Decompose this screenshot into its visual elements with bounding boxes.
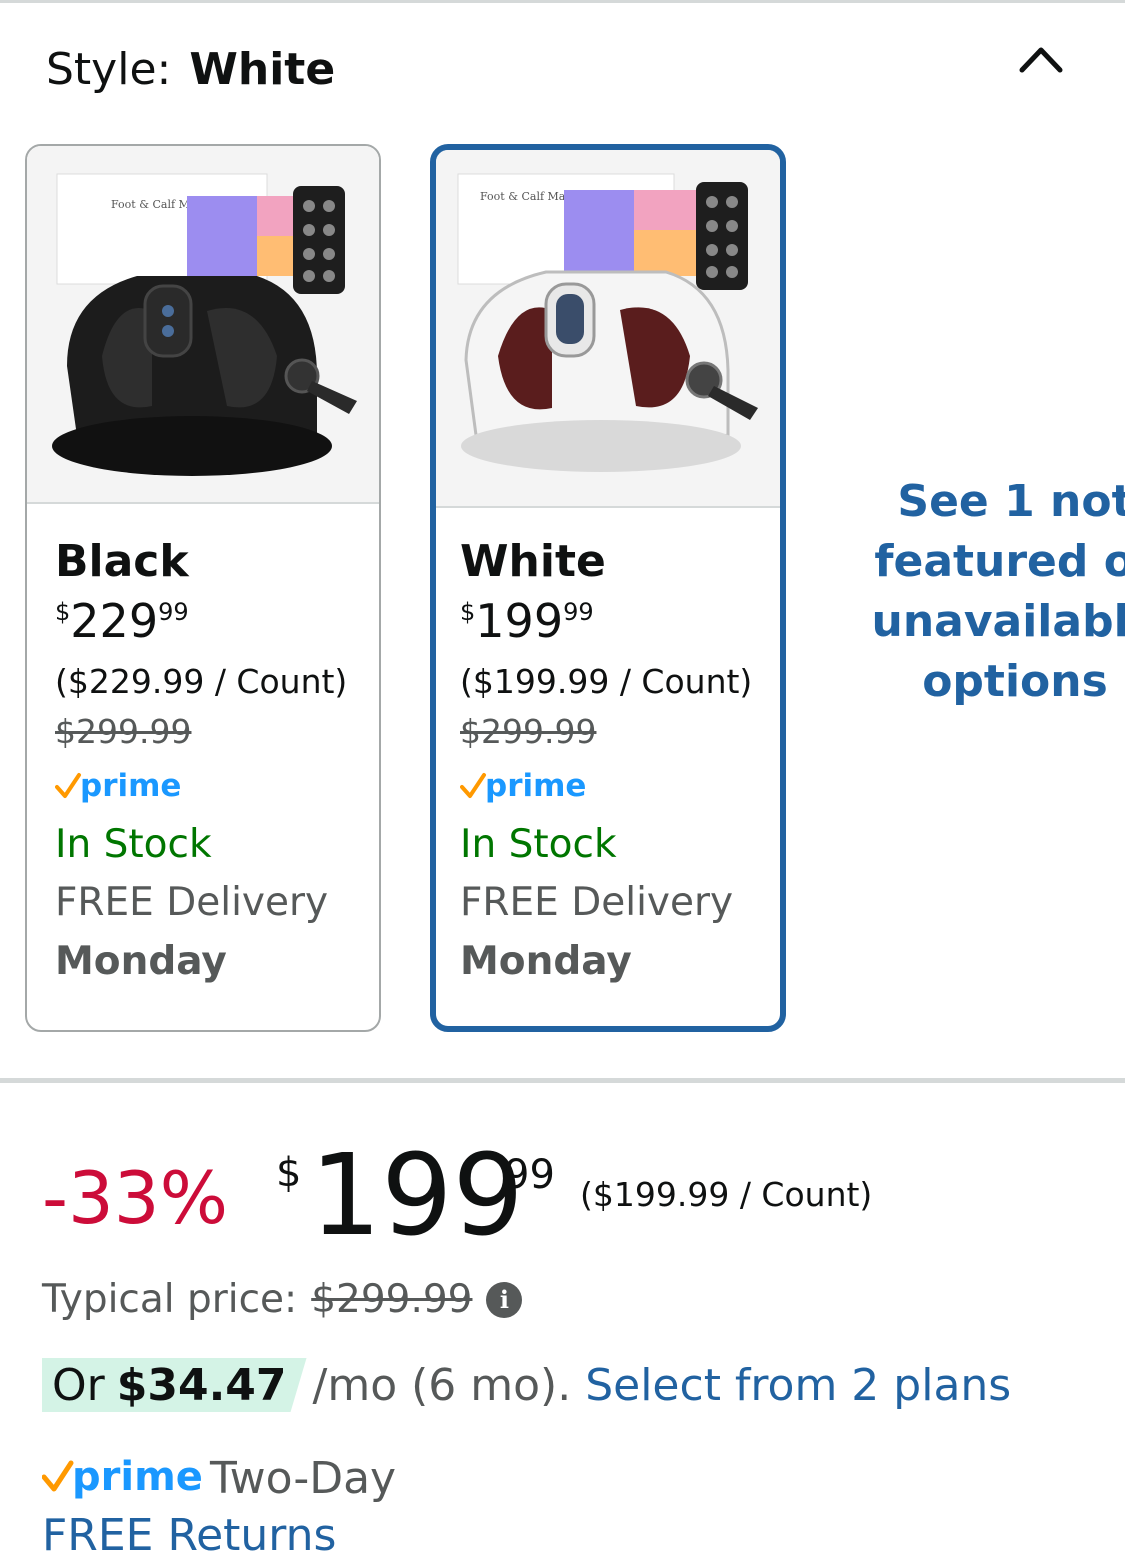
prime-check-icon: prime	[460, 768, 586, 804]
price-fraction: 99	[563, 598, 594, 626]
info-icon[interactable]: i	[486, 1282, 523, 1318]
typical-price-label: Typical price:	[42, 1277, 298, 1322]
see-more-line: See 1 not	[897, 476, 1125, 527]
variant-card-black[interactable]: Foot & Calf Massager with Heat Black $22…	[25, 144, 381, 1032]
top-divider	[0, 0, 1125, 3]
unit-price: ($199.99 / Count)	[460, 662, 753, 701]
price-fraction: 99	[158, 598, 189, 626]
see-more-line: unavailable	[871, 596, 1125, 647]
installment-amount: $34.47	[116, 1359, 287, 1411]
variant-price: $22999	[55, 592, 369, 650]
style-value: White	[189, 44, 336, 95]
price-symbol: $	[460, 598, 476, 626]
svg-text:prime: prime	[72, 1454, 203, 1500]
discount-percent: -33%	[42, 1156, 229, 1240]
see-unavailable-options-link[interactable]: See 1 not featured or unavailable option…	[860, 472, 1125, 712]
variant-name: Black	[55, 536, 189, 587]
stock-status: In Stock	[460, 822, 617, 867]
installment-highlight: Or $34.47	[42, 1358, 307, 1412]
prime-badge: prime	[55, 758, 369, 816]
delivery-text: FREE Delivery	[55, 880, 329, 925]
variant-info-black: Black $22999 ($229.99 / Count) $299.99 p…	[55, 534, 369, 992]
price-whole: 199	[310, 1131, 524, 1261]
prime-check-icon: prime	[55, 768, 181, 804]
prime-check-icon: prime	[42, 1454, 203, 1500]
select-plans-link[interactable]: Select from 2 plans	[585, 1360, 1011, 1411]
unit-price: ($229.99 / Count)	[55, 662, 348, 701]
installment-terms: /mo (6 mo).	[312, 1359, 572, 1411]
see-more-line: options	[922, 656, 1108, 707]
typical-price-row: Typical price: $299.99 i	[42, 1274, 523, 1326]
prime-delivery-row: prime Two-Day	[42, 1448, 396, 1508]
svg-text:prime: prime	[80, 768, 181, 804]
variant-card-white[interactable]: Foot & Calf Massager with Heat White $19…	[430, 144, 786, 1032]
installment-row: Or $34.47 /mo (6 mo). Select from 2 plans	[42, 1356, 1011, 1414]
delivery-day: Monday	[460, 939, 632, 984]
price-whole: 199	[475, 594, 564, 648]
product-image-white: Foot & Calf Massager with Heat	[436, 150, 780, 508]
two-day-label: Two-Day	[210, 1452, 397, 1504]
main-unit-price: ($199.99 / Count)	[580, 1175, 873, 1214]
list-price: $299.99	[55, 712, 192, 751]
see-more-line: featured or	[874, 536, 1125, 587]
style-label: Style:	[46, 44, 172, 95]
svg-text:prime: prime	[485, 768, 586, 804]
stock-status: In Stock	[55, 822, 212, 867]
typical-price-value: $299.99	[311, 1277, 473, 1322]
price-symbol: $	[276, 1150, 302, 1196]
collapse-chevron-up-icon[interactable]	[1012, 36, 1070, 86]
list-price: $299.99	[460, 712, 597, 751]
delivery-day: Monday	[55, 939, 227, 984]
price-fraction: 99	[504, 1152, 555, 1198]
variant-name: White	[460, 536, 606, 587]
variant-price: $19999	[460, 592, 770, 650]
prime-badge: prime	[460, 758, 770, 816]
price-whole: 229	[70, 594, 159, 648]
product-image-black: Foot & Calf Massager with Heat	[27, 146, 379, 504]
section-divider	[0, 1078, 1125, 1083]
free-returns-link[interactable]: FREE Returns	[42, 1508, 336, 1564]
style-header: Style: White	[46, 40, 335, 100]
delivery-text: FREE Delivery	[460, 880, 734, 925]
variant-info-white: White $19999 ($199.99 / Count) $299.99 p…	[460, 534, 770, 992]
price-symbol: $	[55, 598, 71, 626]
installment-or: Or	[52, 1359, 105, 1411]
